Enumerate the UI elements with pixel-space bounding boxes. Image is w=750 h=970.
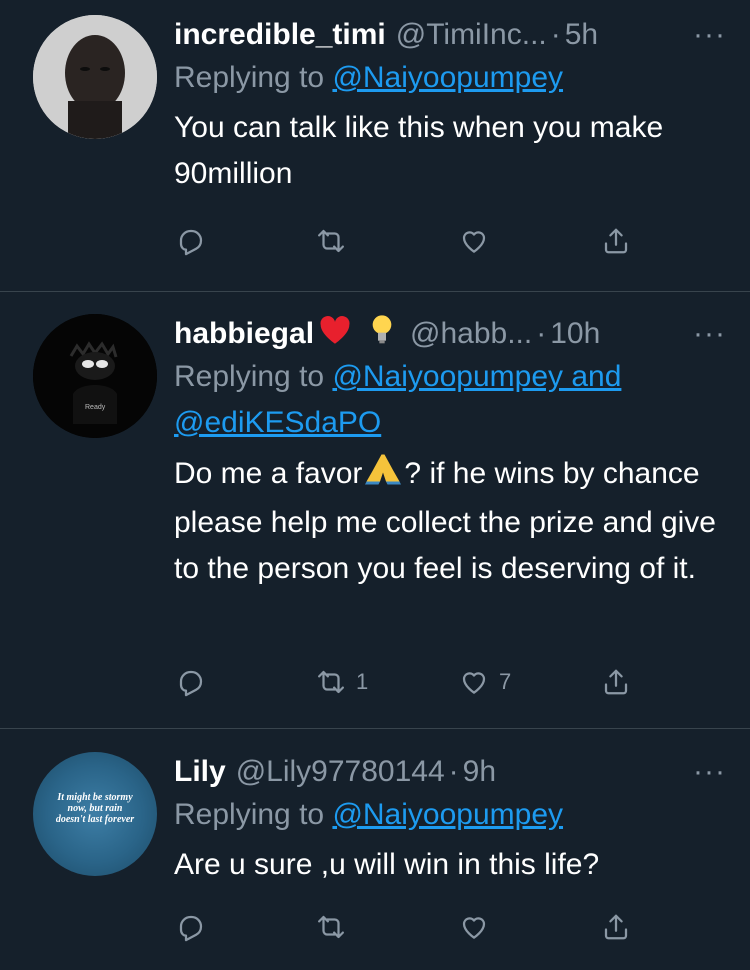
replying-prefix: Replying to — [174, 798, 333, 831]
more-options-icon[interactable]: ··· — [693, 757, 726, 787]
share-icon — [604, 914, 628, 940]
user-handle[interactable]: @TimiInc... — [396, 18, 547, 52]
tweet-card[interactable]: incredible_timi @TimiInc... · 5h ··· Rep… — [0, 0, 750, 292]
reply-icon — [179, 229, 203, 256]
share-icon — [604, 228, 628, 254]
separator-dot: · — [536, 317, 547, 350]
avatar[interactable]: Ready — [33, 314, 157, 438]
like-button[interactable]: 7 — [459, 667, 511, 697]
share-button[interactable] — [601, 226, 631, 256]
share-button[interactable] — [601, 912, 631, 942]
replying-to: Replying to @Naiyoopumpey — [174, 792, 726, 838]
share-button[interactable] — [601, 667, 631, 697]
reply-button[interactable] — [176, 226, 206, 256]
retweet-button[interactable]: 1 — [316, 667, 368, 697]
display-name[interactable]: habbiegal — [174, 317, 314, 351]
avatar[interactable]: It might be stormy now, but rain doesn't… — [33, 752, 157, 876]
mention-link[interactable]: @Naiyoopumpey — [332, 61, 563, 94]
retweet-icon — [318, 229, 344, 253]
tweet-card[interactable]: It might be stormy now, but rain doesn't… — [0, 729, 750, 970]
timestamp[interactable]: 5h — [565, 18, 598, 52]
tweet-header: habbiegal @habb... · 10h ··· — [174, 314, 726, 354]
reply-icon — [179, 670, 203, 697]
heart-icon — [462, 917, 486, 939]
tweet-header: Lily @Lily97780144 · 9h ··· — [174, 752, 726, 792]
mention-link[interactable]: @Naiyoopumpey — [332, 798, 563, 831]
retweet-icon — [318, 915, 344, 939]
heart-icon — [462, 672, 486, 694]
more-options-icon[interactable]: ··· — [693, 319, 726, 349]
svg-text:Ready: Ready — [85, 404, 106, 411]
tweet-text: Do me a favor? if he wins by chance plea… — [174, 450, 726, 592]
replying-prefix: Replying to — [174, 61, 333, 94]
retweet-count: 1 — [356, 669, 369, 694]
light-bulb-emoji-icon — [370, 314, 394, 354]
timestamp[interactable]: 10h — [550, 317, 600, 351]
user-handle[interactable]: @habb... — [410, 317, 532, 351]
like-count: 7 — [499, 669, 512, 694]
display-name[interactable]: incredible_timi — [174, 18, 386, 52]
reply-button[interactable] — [176, 912, 206, 942]
retweet-button[interactable] — [316, 912, 356, 942]
separator-dot: · — [448, 755, 459, 788]
tweet-text-part: Do me a favor — [174, 456, 363, 490]
avatar[interactable] — [33, 15, 157, 139]
tweet-text: You can talk like this when you make 90m… — [174, 111, 664, 190]
avatar-quote-text: It might be stormy now, but rain doesn't… — [55, 792, 135, 825]
reply-button[interactable] — [176, 667, 206, 697]
like-button[interactable] — [459, 226, 499, 256]
folded-hands-emoji-icon — [362, 450, 404, 500]
reply-icon — [179, 915, 203, 942]
separator-dot: · — [550, 18, 561, 51]
retweet-icon — [318, 670, 344, 694]
heart-icon — [462, 231, 486, 253]
user-handle[interactable]: @Lily97780144 — [236, 755, 445, 789]
heart-emoji-icon — [318, 315, 352, 353]
tweet-card[interactable]: Ready habbiegal @habb... · 10h ··· Reply… — [0, 292, 750, 729]
replying-prefix: Replying to — [174, 360, 333, 393]
retweet-button[interactable] — [316, 226, 356, 256]
replying-to: Replying to @Naiyoopumpey and @ediKESdaP… — [174, 354, 714, 446]
share-icon — [604, 669, 628, 695]
more-options-icon[interactable]: ··· — [693, 20, 726, 50]
like-button[interactable] — [459, 912, 499, 942]
tweet-text: Are u sure ,u will win in this life? — [174, 848, 600, 881]
replying-to: Replying to @Naiyoopumpey — [174, 55, 726, 101]
timestamp[interactable]: 9h — [463, 755, 496, 789]
display-name[interactable]: Lily — [174, 755, 226, 789]
tweet-header: incredible_timi @TimiInc... · 5h ··· — [174, 15, 726, 55]
